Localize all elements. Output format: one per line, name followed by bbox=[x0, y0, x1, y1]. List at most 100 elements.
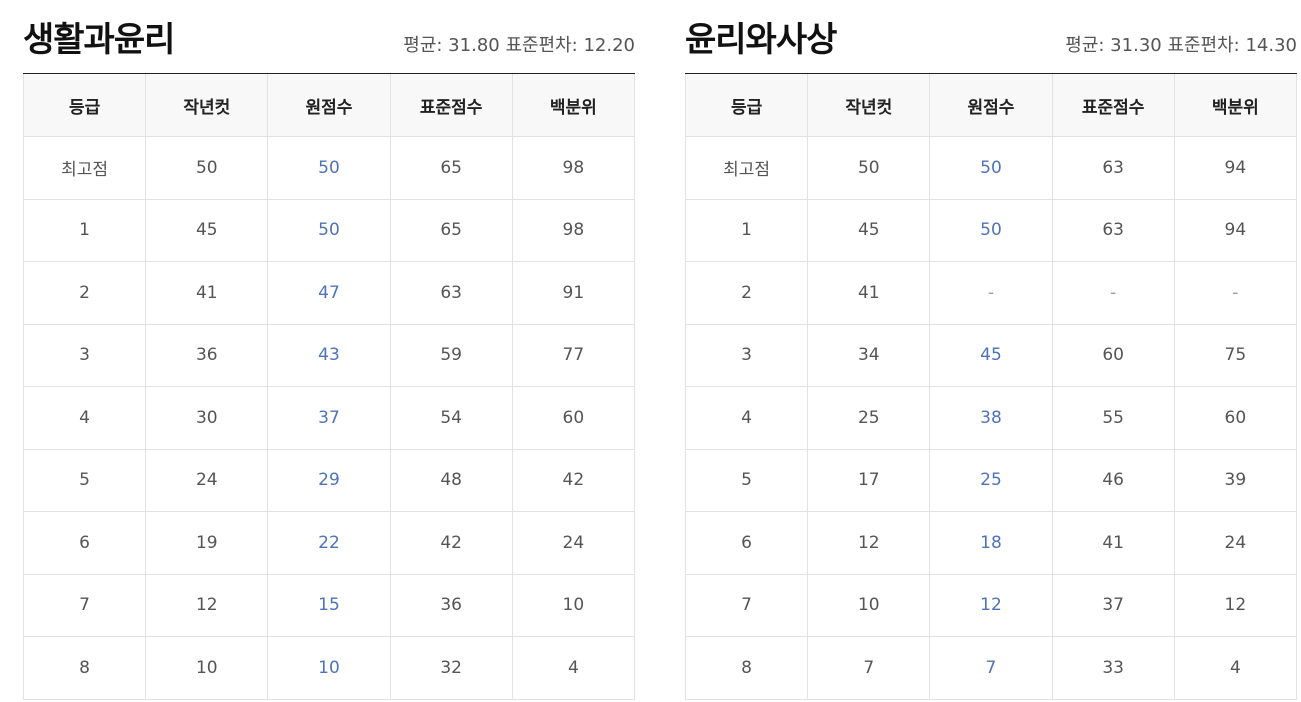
column-header-grade: 등급 bbox=[22, 74, 147, 137]
cell-standard-score: 65 bbox=[389, 198, 513, 262]
cell-last-year-cut: 34 bbox=[807, 323, 931, 387]
column-header-percentile: 백분위 bbox=[1173, 74, 1298, 137]
column-header-raw-score: 원점수 bbox=[267, 74, 391, 137]
panel-stats: 평균: 31.80 표준편차: 12.20 bbox=[403, 35, 635, 56]
cell-last-year-cut: 50 bbox=[807, 136, 931, 200]
column-header-raw-score: 원점수 bbox=[929, 74, 1053, 137]
grade-table: 등급 작년컷 원점수 표준점수 백분위 최고점 50 50 65 98 1 45 bbox=[22, 74, 636, 700]
panel-header: 생활과윤리 평균: 31.80 표준편차: 12.20 bbox=[23, 0, 635, 74]
cell-standard-score: 33 bbox=[1051, 636, 1175, 700]
cell-last-year-cut: 25 bbox=[807, 386, 931, 450]
cell-standard-score: 59 bbox=[389, 323, 513, 387]
cell-grade: 1 bbox=[22, 198, 147, 262]
cell-percentile: 98 bbox=[511, 198, 636, 262]
cell-last-year-cut: 41 bbox=[145, 261, 269, 325]
cell-grade: 7 bbox=[684, 573, 809, 637]
cell-last-year-cut: 7 bbox=[807, 636, 931, 700]
cell-standard-score: 42 bbox=[389, 511, 513, 575]
cell-grade: 최고점 bbox=[22, 136, 147, 200]
cell-percentile: 91 bbox=[511, 261, 636, 325]
cell-raw-score: 50 bbox=[929, 136, 1053, 200]
cell-last-year-cut: 17 bbox=[807, 448, 931, 512]
cell-grade: 2 bbox=[684, 261, 809, 325]
cell-last-year-cut: 19 bbox=[145, 511, 269, 575]
cell-grade: 4 bbox=[22, 386, 147, 450]
cell-percentile: 4 bbox=[1173, 636, 1298, 700]
cell-raw-score: 22 bbox=[267, 511, 391, 575]
column-header-last-year-cut: 작년컷 bbox=[807, 74, 931, 137]
cell-percentile: 4 bbox=[511, 636, 636, 700]
cell-standard-score: 55 bbox=[1051, 386, 1175, 450]
table-panel-ethics-thought: 윤리와사상 평균: 31.30 표준편차: 14.30 등급 작년컷 원점수 표… bbox=[684, 0, 1298, 700]
header-row: 등급 작년컷 원점수 표준점수 백분위 bbox=[684, 74, 1298, 137]
panel-stats: 평균: 31.30 표준편차: 14.30 bbox=[1065, 35, 1297, 56]
cell-grade: 7 bbox=[22, 573, 147, 637]
cell-last-year-cut: 50 bbox=[145, 136, 269, 200]
cell-standard-score: 48 bbox=[389, 448, 513, 512]
cell-standard-score: 36 bbox=[389, 573, 513, 637]
table-row: 최고점 50 50 63 94 bbox=[684, 136, 1298, 200]
cell-raw-score: 29 bbox=[267, 448, 391, 512]
header-row: 등급 작년컷 원점수 표준점수 백분위 bbox=[22, 74, 636, 137]
cell-percentile: 94 bbox=[1173, 198, 1298, 262]
table-row: 5 17 25 46 39 bbox=[684, 448, 1298, 512]
column-header-percentile: 백분위 bbox=[511, 74, 636, 137]
cell-grade: 6 bbox=[684, 511, 809, 575]
column-header-grade: 등급 bbox=[684, 74, 809, 137]
cell-last-year-cut: 10 bbox=[807, 573, 931, 637]
cell-standard-score: 60 bbox=[1051, 323, 1175, 387]
page: 생활과윤리 평균: 31.80 표준편차: 12.20 등급 작년컷 원점수 표… bbox=[0, 0, 1301, 702]
cell-last-year-cut: 30 bbox=[145, 386, 269, 450]
cell-raw-score: - bbox=[929, 261, 1053, 325]
cell-last-year-cut: 24 bbox=[145, 448, 269, 512]
cell-raw-score: 50 bbox=[929, 198, 1053, 262]
cell-last-year-cut: 36 bbox=[145, 323, 269, 387]
table-row: 6 12 18 41 24 bbox=[684, 511, 1298, 575]
table-row: 6 19 22 42 24 bbox=[22, 511, 636, 575]
cell-standard-score: 63 bbox=[1051, 198, 1175, 262]
table-row: 3 36 43 59 77 bbox=[22, 323, 636, 387]
cell-percentile: 75 bbox=[1173, 323, 1298, 387]
cell-raw-score: 45 bbox=[929, 323, 1053, 387]
cell-raw-score: 43 bbox=[267, 323, 391, 387]
cell-raw-score: 10 bbox=[267, 636, 391, 700]
cell-percentile: 24 bbox=[1173, 511, 1298, 575]
cell-grade: 3 bbox=[684, 323, 809, 387]
cell-raw-score: 7 bbox=[929, 636, 1053, 700]
cell-raw-score: 12 bbox=[929, 573, 1053, 637]
cell-standard-score: - bbox=[1051, 261, 1175, 325]
cell-percentile: 10 bbox=[511, 573, 636, 637]
cell-grade: 6 bbox=[22, 511, 147, 575]
cell-raw-score: 38 bbox=[929, 386, 1053, 450]
cell-raw-score: 18 bbox=[929, 511, 1053, 575]
cell-percentile: 42 bbox=[511, 448, 636, 512]
cell-standard-score: 37 bbox=[1051, 573, 1175, 637]
cell-grade: 최고점 bbox=[684, 136, 809, 200]
cell-last-year-cut: 12 bbox=[807, 511, 931, 575]
cell-percentile: 98 bbox=[511, 136, 636, 200]
cell-raw-score: 50 bbox=[267, 198, 391, 262]
cell-last-year-cut: 45 bbox=[145, 198, 269, 262]
cell-percentile: - bbox=[1173, 261, 1298, 325]
table-row: 8 10 10 32 4 bbox=[22, 636, 636, 700]
table-row: 2 41 47 63 91 bbox=[22, 261, 636, 325]
cell-last-year-cut: 45 bbox=[807, 198, 931, 262]
cell-grade: 8 bbox=[22, 636, 147, 700]
cell-grade: 5 bbox=[22, 448, 147, 512]
table-row: 1 45 50 65 98 bbox=[22, 198, 636, 262]
cell-raw-score: 25 bbox=[929, 448, 1053, 512]
cell-raw-score: 37 bbox=[267, 386, 391, 450]
table-row: 5 24 29 48 42 bbox=[22, 448, 636, 512]
table-row: 4 30 37 54 60 bbox=[22, 386, 636, 450]
cell-last-year-cut: 10 bbox=[145, 636, 269, 700]
cell-last-year-cut: 12 bbox=[145, 573, 269, 637]
column-header-standard-score: 표준점수 bbox=[389, 74, 513, 137]
panel-title: 생활과윤리 bbox=[23, 20, 175, 60]
cell-raw-score: 47 bbox=[267, 261, 391, 325]
cell-grade: 3 bbox=[22, 323, 147, 387]
cell-grade: 4 bbox=[684, 386, 809, 450]
table-row: 7 10 12 37 12 bbox=[684, 573, 1298, 637]
cell-percentile: 60 bbox=[511, 386, 636, 450]
grade-table: 등급 작년컷 원점수 표준점수 백분위 최고점 50 50 63 94 1 45 bbox=[684, 74, 1298, 700]
cell-percentile: 77 bbox=[511, 323, 636, 387]
